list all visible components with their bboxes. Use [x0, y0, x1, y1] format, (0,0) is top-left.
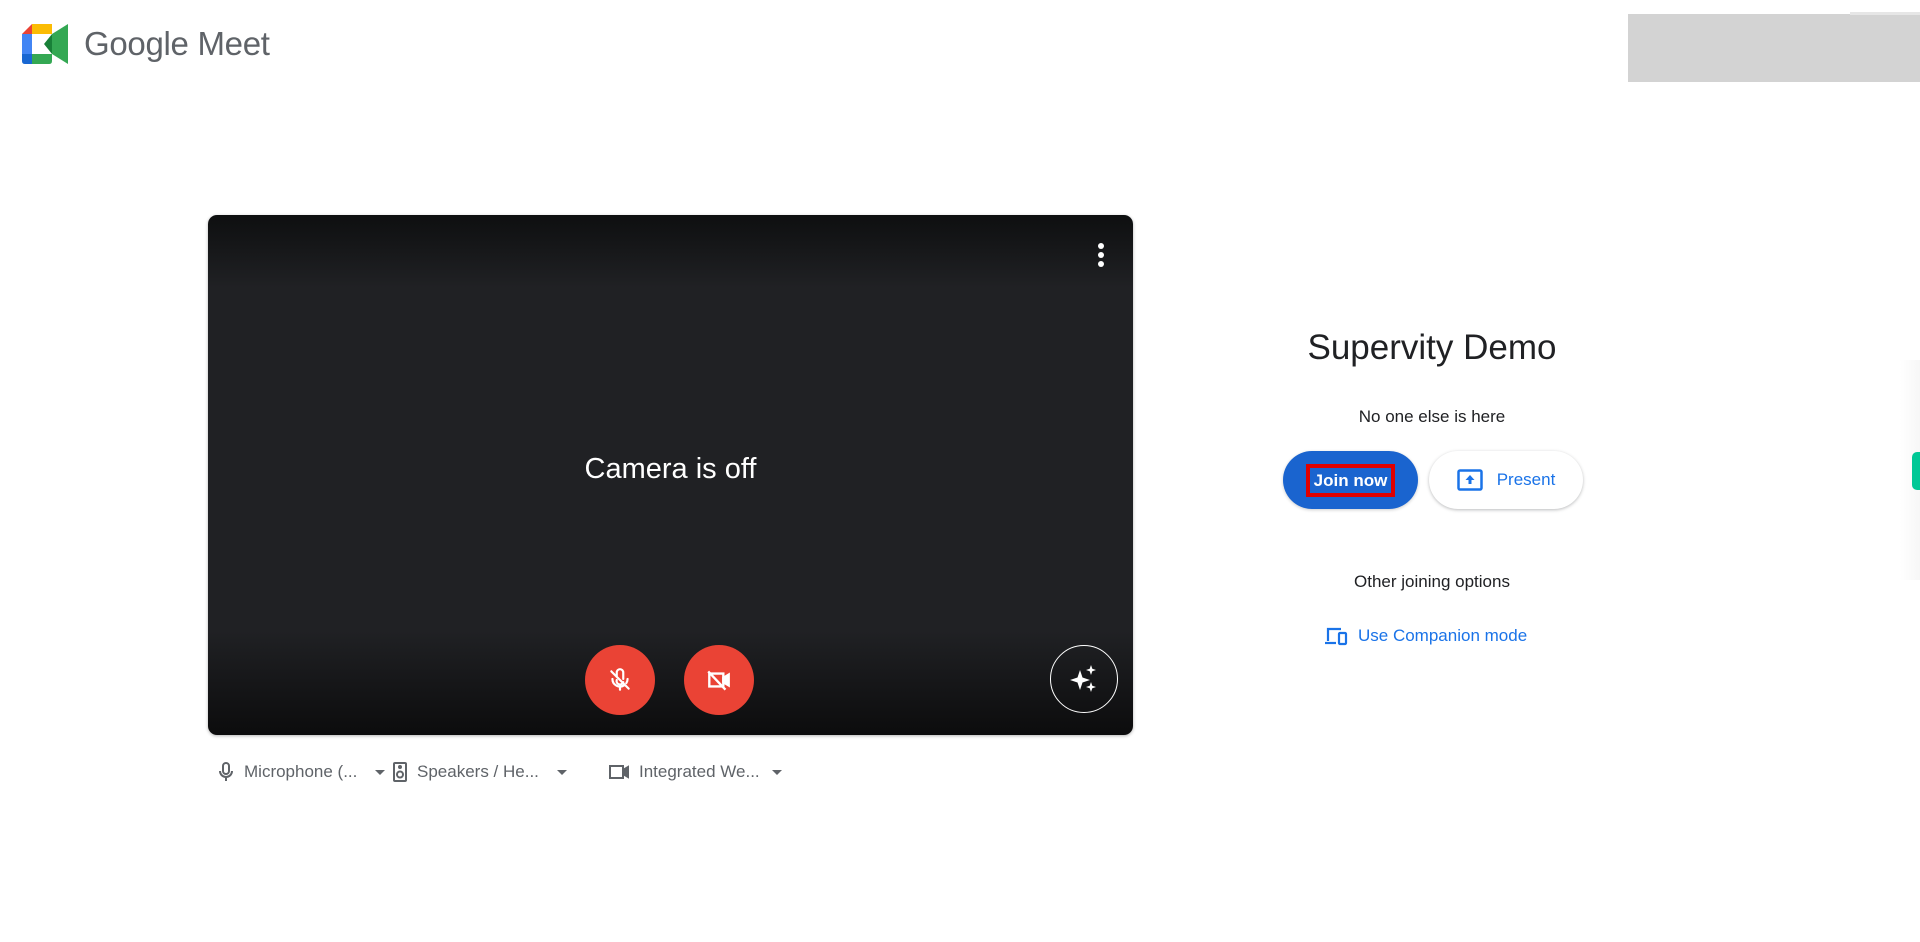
meeting-title: Supervity Demo — [1307, 328, 1557, 367]
chevron-down-icon — [556, 769, 567, 775]
video-preview: Camera is off — [208, 215, 1133, 735]
side-panel-tab[interactable] — [1912, 452, 1920, 490]
more-vert-icon — [1098, 243, 1104, 249]
join-actions: Join now Present — [1283, 451, 1583, 509]
chevron-down-icon — [771, 769, 782, 775]
camera-off-text: Camera is off — [584, 453, 757, 485]
present-to-all-icon — [1456, 469, 1483, 491]
more-options-button[interactable] — [1089, 237, 1113, 273]
app-name: Google Meet — [84, 25, 270, 62]
camera-select-label: Integrated We... — [639, 762, 760, 781]
present-label: Present — [1496, 470, 1556, 489]
other-joining-options-heading: Other joining options — [1354, 572, 1510, 591]
sparkle-icon — [1070, 665, 1096, 692]
microphone-select[interactable]: Microphone (... — [218, 762, 393, 782]
camera-toggle-button[interactable] — [684, 645, 754, 715]
mic-off-icon — [610, 668, 630, 691]
account-area-placeholder — [1628, 12, 1920, 82]
videocam-icon — [609, 765, 629, 779]
chevron-down-icon — [375, 769, 386, 775]
videocam-off-icon — [707, 670, 730, 691]
google-meet-logo-icon — [22, 24, 68, 64]
more-vert-icon-dot — [1098, 261, 1104, 267]
microphone-toggle-button[interactable] — [585, 645, 655, 715]
devices-icon — [1325, 627, 1348, 646]
google-meet-logo[interactable]: Google Meet — [22, 24, 270, 64]
companion-mode-label: Use Companion mode — [1358, 626, 1528, 645]
more-vert-icon-dot — [1098, 252, 1104, 258]
device-selectors: Microphone (... Speakers / He... Integra… — [218, 762, 782, 782]
companion-mode-link[interactable]: Use Companion mode — [1324, 626, 1527, 646]
microphone-icon — [219, 762, 233, 781]
visual-effects-button[interactable] — [1050, 645, 1118, 713]
microphone-select-label: Microphone (... — [244, 762, 358, 781]
participants-status: No one else is here — [1358, 407, 1506, 426]
join-now-label: Join now — [1305, 463, 1396, 497]
speaker-select-label: Speakers / He... — [417, 762, 539, 781]
speaker-icon — [393, 762, 407, 782]
join-now-button[interactable]: Join now — [1283, 451, 1418, 509]
speaker-select[interactable]: Speakers / He... — [393, 762, 609, 782]
camera-select[interactable]: Integrated We... — [609, 762, 782, 782]
present-button[interactable]: Present — [1429, 451, 1583, 509]
